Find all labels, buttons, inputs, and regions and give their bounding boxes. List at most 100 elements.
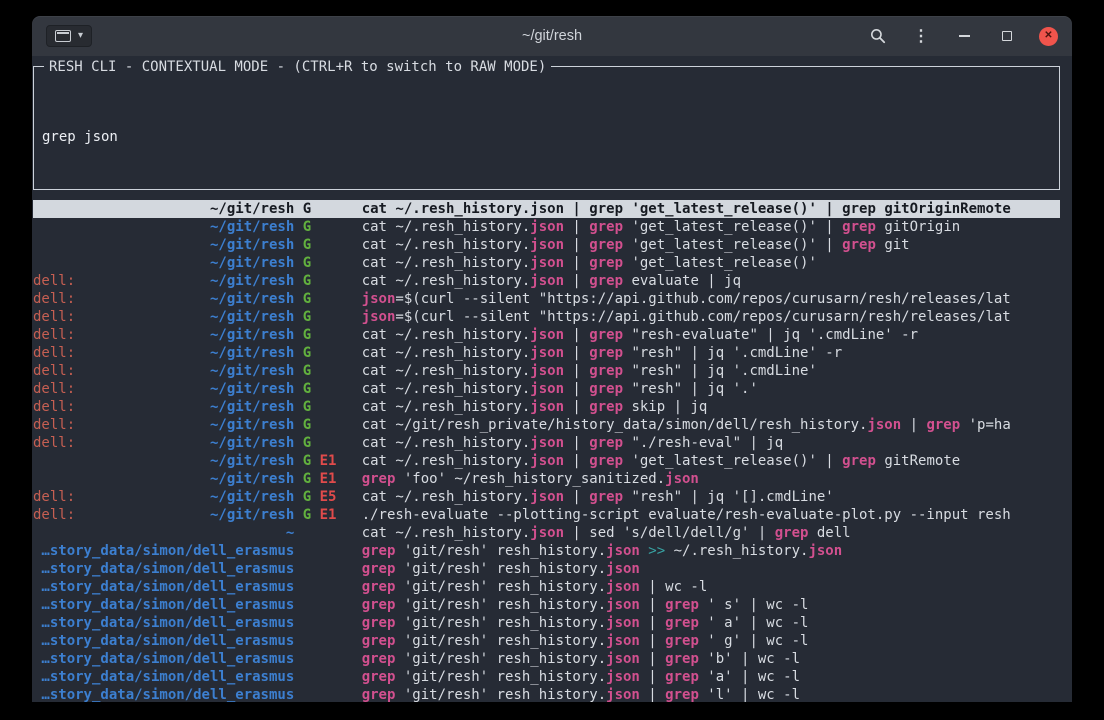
row-command: cat ~/.resh_history.json | grep 'get_lat…: [362, 254, 1060, 272]
row-context: dell:~/git/resh: [33, 398, 294, 416]
history-row[interactable]: ~/git/reshGcat ~/.resh_history.json | gr…: [33, 218, 1060, 236]
history-row[interactable]: dell:~/git/reshGcat ~/.resh_history.json…: [33, 344, 1060, 362]
history-row[interactable]: ~/git/reshGcat ~/.resh_history.json | gr…: [33, 200, 1060, 218]
row-flags: G: [294, 416, 361, 434]
titlebar-actions: ⋮ ✕: [867, 25, 1058, 47]
command-segment: =$(curl --silent "https://api.github.com…: [395, 291, 1010, 307]
command-segment: grep: [589, 219, 623, 235]
history-row[interactable]: ~/git/reshGE1cat ~/.resh_history.json | …: [33, 452, 1060, 470]
history-row[interactable]: …story_data/simon/dell_erasmusgrep 'git/…: [33, 542, 1060, 560]
search-query-input[interactable]: grep json: [42, 128, 1051, 146]
command-segment: |: [564, 237, 589, 253]
terminal-window: ▾ ~/git/resh ⋮ ✕ RE: [32, 16, 1072, 702]
command-segment: json: [808, 543, 842, 559]
history-row[interactable]: ~/git/reshGcat ~/.resh_history.json | gr…: [33, 236, 1060, 254]
resh-search-box[interactable]: RESH CLI - CONTEXTUAL MODE - (CTRL+R to …: [33, 66, 1060, 190]
history-row[interactable]: …story_data/simon/dell_erasmusgrep 'git/…: [33, 560, 1060, 578]
command-segment: |: [564, 345, 589, 361]
new-terminal-button[interactable]: ▾: [46, 25, 92, 47]
command-segment: "resh-evaluate" | jq '.cmdLine' -r: [623, 327, 918, 343]
history-row[interactable]: dell:~/git/reshGcat ~/git/resh_private/h…: [33, 416, 1060, 434]
command-segment: json: [362, 291, 396, 307]
row-flags: G: [294, 380, 361, 398]
command-segment: |: [564, 219, 589, 235]
row-flags: [294, 596, 361, 614]
command-segment: |: [640, 669, 665, 685]
history-row[interactable]: …story_data/simon/dell_erasmusgrep 'git/…: [33, 578, 1060, 596]
history-row[interactable]: dell:~/git/reshGjson=$(curl --silent "ht…: [33, 290, 1060, 308]
row-directory: …story_data/simon/dell_erasmus: [41, 542, 294, 560]
command-segment: grep: [589, 453, 623, 469]
history-row[interactable]: dell:~/git/reshGcat ~/.resh_history.json…: [33, 326, 1060, 344]
command-segment: 'git/resh' resh_history.: [395, 579, 606, 595]
history-row[interactable]: dell:~/git/reshGE5cat ~/.resh_history.js…: [33, 488, 1060, 506]
menu-button[interactable]: ⋮: [910, 25, 932, 47]
row-context: …story_data/simon/dell_erasmus: [33, 668, 294, 686]
row-context: dell:~/git/resh: [33, 308, 294, 326]
command-segment: 'git/resh' resh_history.: [395, 615, 606, 631]
command-segment: ./resh-evaluate --plotting-script evalua…: [362, 507, 1011, 523]
restore-button[interactable]: [996, 25, 1018, 47]
history-row[interactable]: …story_data/simon/dell_erasmusgrep 'git/…: [33, 614, 1060, 632]
row-flags: G: [294, 344, 361, 362]
row-flag: G: [303, 416, 311, 434]
history-row[interactable]: …story_data/simon/dell_erasmusgrep 'git/…: [33, 632, 1060, 650]
row-context: dell:~/git/resh: [33, 344, 294, 362]
titlebar: ▾ ~/git/resh ⋮ ✕: [32, 16, 1072, 56]
row-directory: ~/git/resh: [210, 434, 294, 452]
command-segment: json: [530, 435, 564, 451]
command-segment: 'get_latest_release()' |: [623, 453, 842, 469]
command-segment: =$(curl --silent "https://api.github.com…: [395, 309, 1010, 325]
history-row[interactable]: …story_data/simon/dell_erasmusgrep 'git/…: [33, 668, 1060, 686]
command-segment: grep: [589, 327, 623, 343]
history-row[interactable]: …story_data/simon/dell_erasmusgrep 'git/…: [33, 596, 1060, 614]
command-segment: 'l' | wc -l: [699, 687, 800, 702]
history-row[interactable]: ~/git/reshGE1grep 'foo' ~/resh_history_s…: [33, 470, 1060, 488]
row-context: dell:~/git/resh: [33, 290, 294, 308]
command-segment: 'git/resh' resh_history.: [395, 651, 606, 667]
history-row[interactable]: dell:~/git/reshGcat ~/.resh_history.json…: [33, 362, 1060, 380]
chevron-down-icon: ▾: [78, 31, 83, 41]
minimize-button[interactable]: [953, 25, 975, 47]
history-row[interactable]: dell:~/git/reshGcat ~/.resh_history.json…: [33, 380, 1060, 398]
row-command: json=$(curl --silent "https://api.github…: [362, 290, 1060, 308]
command-segment: |: [564, 201, 589, 217]
command-segment: 'git/resh' resh_history.: [395, 543, 606, 559]
row-context: ~/git/resh: [33, 470, 294, 488]
history-row[interactable]: dell:~/git/reshGcat ~/.resh_history.json…: [33, 434, 1060, 452]
history-row[interactable]: dell:~/git/reshGcat ~/.resh_history.json…: [33, 272, 1060, 290]
close-button[interactable]: ✕: [1039, 27, 1058, 46]
history-row[interactable]: …story_data/simon/dell_erasmusgrep 'git/…: [33, 686, 1060, 702]
command-segment: grep: [589, 237, 623, 253]
history-list: ~/git/reshGcat ~/.resh_history.json | gr…: [33, 200, 1060, 702]
row-flags: G: [294, 290, 361, 308]
history-row[interactable]: ~/git/reshGcat ~/.resh_history.json | gr…: [33, 254, 1060, 272]
command-segment: cat ~/.resh_history.: [362, 363, 531, 379]
command-segment: grep: [665, 651, 699, 667]
row-flags: GE1: [294, 506, 361, 524]
row-command: grep 'git/resh' resh_history.json >> ~/.…: [362, 542, 1060, 560]
row-command: cat ~/.resh_history.json | grep "resh" |…: [362, 362, 1060, 380]
row-directory: ~/git/resh: [210, 416, 294, 434]
history-row[interactable]: dell:~/git/reshGcat ~/.resh_history.json…: [33, 398, 1060, 416]
history-row[interactable]: ~cat ~/.resh_history.json | sed 's/dell/…: [33, 524, 1060, 542]
command-segment: grep: [589, 345, 623, 361]
row-directory: ~/git/resh: [210, 236, 294, 254]
command-segment: cat ~/.resh_history.: [362, 489, 531, 505]
command-segment: json: [530, 327, 564, 343]
history-row[interactable]: …story_data/simon/dell_erasmusgrep 'git/…: [33, 650, 1060, 668]
row-command: grep 'git/resh' resh_history.json | grep…: [362, 596, 1060, 614]
command-segment: cat ~/.resh_history.: [362, 201, 531, 217]
kebab-menu-icon: ⋮: [913, 26, 929, 46]
history-row[interactable]: dell:~/git/reshGE1./resh-evaluate --plot…: [33, 506, 1060, 524]
command-segment: grep: [362, 597, 396, 613]
command-segment: 'git/resh' resh_history.: [395, 669, 606, 685]
search-button[interactable]: [867, 25, 889, 47]
row-flag: G: [303, 398, 311, 416]
command-segment: json: [606, 669, 640, 685]
row-command: cat ~/.resh_history.json | grep "resh" |…: [362, 488, 1060, 506]
resh-mode-title: RESH CLI - CONTEXTUAL MODE - (CTRL+R to …: [44, 58, 551, 76]
history-row[interactable]: dell:~/git/reshGjson=$(curl --silent "ht…: [33, 308, 1060, 326]
row-command: grep 'git/resh' resh_history.json: [362, 560, 1060, 578]
row-context: ~/git/resh: [33, 218, 294, 236]
